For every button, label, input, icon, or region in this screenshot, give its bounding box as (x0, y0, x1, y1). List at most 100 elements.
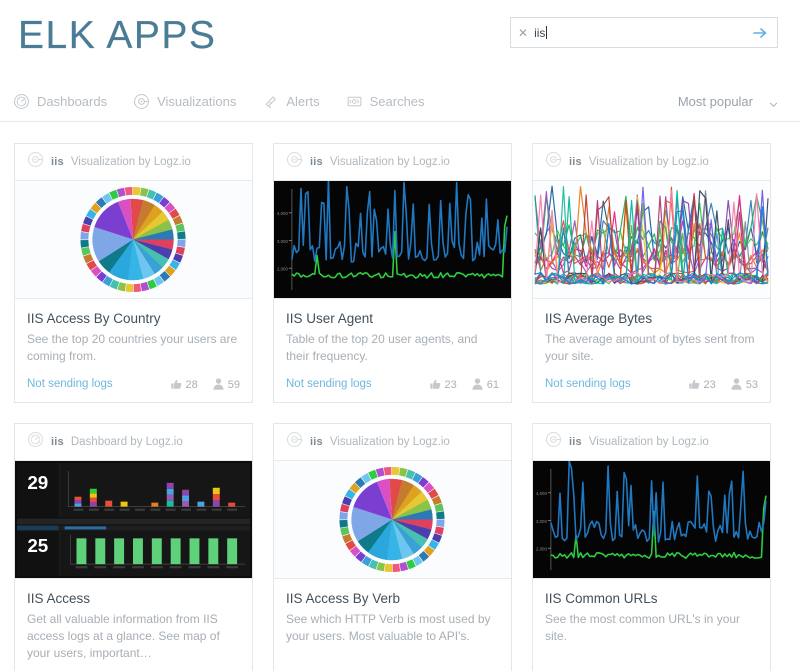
card-stats: 23 61 (429, 377, 499, 391)
card-thumbnail[interactable]: 29 25 (15, 461, 252, 579)
card-description: Get all valuable information from IIS ac… (27, 612, 220, 660)
search-box-icon (346, 93, 363, 110)
card-thumbnail[interactable]: 4,000 3,000 2,000 (533, 461, 770, 579)
chevron-down-icon (769, 97, 778, 107)
card-description: See the most common URL's in your site. (545, 612, 741, 643)
person-icon (212, 377, 225, 391)
elk-apps-page: ELK APPS ✕ iis Dashboards Visualizations… (0, 0, 800, 671)
card-byline: Visualization by Logz.io (588, 436, 709, 448)
likes-stat[interactable]: 28 (170, 378, 198, 391)
thumbs-up-icon (688, 378, 701, 391)
app-card[interactable]: iis Visualization by Logz.io 4,000 3,000 2… (273, 143, 512, 403)
svg-text:3,000: 3,000 (277, 239, 288, 244)
app-card[interactable]: iis Visualization by Logz.io 4,000 3,000 2… (532, 423, 771, 671)
logs-status-link[interactable]: Not sending logs (286, 378, 372, 390)
app-card[interactable]: iis Visualization by Logz.io IIS Average… (532, 143, 771, 403)
app-card[interactable]: iis Visualization by Logz.io IIS Access … (14, 143, 253, 403)
card-description: The average amount of bytes sent from yo… (545, 332, 755, 363)
svg-text:25: 25 (27, 535, 48, 556)
card-badge: iis (569, 156, 582, 168)
nav-item-label: Alerts (286, 94, 320, 109)
card-header: iis Visualization by Logz.io (533, 424, 770, 461)
card-description: See which HTTP Verb is most used by your… (286, 612, 491, 643)
card-stats: 28 59 (170, 377, 240, 391)
users-stat[interactable]: 53 (730, 377, 758, 391)
card-header: iis Visualization by Logz.io (533, 144, 770, 181)
users-count: 61 (486, 379, 499, 391)
search-submit-button[interactable] (751, 24, 769, 42)
person-icon (730, 377, 743, 391)
visualization-circle-icon (27, 151, 44, 173)
visualization-circle-icon (286, 431, 303, 453)
likes-stat[interactable]: 23 (429, 378, 457, 391)
card-title: IIS Common URLs (545, 591, 658, 606)
nav-item-dashboards[interactable]: Dashboards (13, 93, 107, 110)
dashboard-gauge-icon (27, 431, 44, 453)
likes-stat[interactable]: 23 (688, 378, 716, 391)
nav-items: Dashboards Visualizations Alerts Searche… (13, 93, 451, 110)
nav-item-label: Visualizations (157, 94, 237, 109)
clear-search-icon[interactable]: ✕ (518, 27, 528, 39)
app-logo: ELK APPS (18, 14, 217, 57)
logs-status-link[interactable]: Not sending logs (545, 378, 631, 390)
card-thumbnail[interactable] (274, 461, 511, 579)
svg-text:4,000: 4,000 (277, 211, 288, 216)
card-body: IIS Common URLs See the most common URL'… (533, 579, 770, 662)
app-card[interactable]: iis Visualization by Logz.io IIS Access … (273, 423, 512, 671)
search-box[interactable]: ✕ iis (510, 17, 778, 48)
sort-dropdown[interactable]: Most popular (678, 94, 778, 109)
svg-text:2,000: 2,000 (277, 267, 288, 272)
nav-item-alerts[interactable]: Alerts (262, 93, 320, 110)
nav-item-searches[interactable]: Searches (346, 93, 425, 110)
card-body: IIS Average Bytes The average amount of … (533, 299, 770, 365)
users-stat[interactable]: 59 (212, 377, 240, 391)
logs-status-link[interactable]: Not sending logs (27, 378, 113, 390)
card-thumbnail[interactable] (533, 181, 770, 299)
card-byline: Visualization by Logz.io (588, 156, 709, 168)
card-badge: iis (310, 156, 323, 168)
likes-count: 23 (703, 378, 716, 391)
card-footer: Not sending logs 28 59 (15, 365, 252, 402)
card-footer: Not sending logs 23 61 (274, 365, 511, 402)
sort-dropdown-label: Most popular (677, 94, 753, 109)
search-input[interactable]: iis (534, 25, 751, 40)
card-thumbnail[interactable] (15, 181, 252, 299)
card-body: IIS Access By Country See the top 20 cou… (15, 299, 252, 365)
nav-item-label: Dashboards (37, 94, 108, 109)
users-stat[interactable]: 61 (471, 377, 499, 391)
text-caret (546, 25, 548, 39)
card-title: IIS Access By Verb (286, 591, 401, 606)
nav-item-label: Searches (369, 94, 425, 109)
card-description: See the top 20 countries your users are … (27, 332, 238, 363)
card-body: IIS User Agent Table of the top 20 user … (274, 299, 511, 365)
thumbs-up-icon (170, 378, 183, 391)
card-byline: Dashboard by Logz.io (70, 436, 183, 448)
card-title: IIS Average Bytes (545, 311, 653, 326)
card-badge: iis (51, 436, 64, 448)
visualization-circle-icon (545, 431, 562, 453)
card-stats: 23 53 (688, 377, 758, 391)
thumbs-up-icon (429, 378, 442, 391)
app-card[interactable]: iis Dashboard by Logz.io 29 25 IIS Access… (14, 423, 253, 671)
page-header: ELK APPS ✕ iis (0, 0, 800, 72)
card-footer: Not sending logs 22 94 (15, 662, 252, 671)
card-header: iis Visualization by Logz.io (274, 424, 511, 461)
dashboard-gauge-icon (13, 93, 30, 110)
card-header: iis Visualization by Logz.io (15, 144, 252, 181)
likes-count: 23 (444, 378, 457, 391)
search-input-value: iis (534, 25, 546, 40)
person-icon (471, 377, 484, 391)
card-byline: Visualization by Logz.io (329, 156, 450, 168)
users-count: 59 (227, 379, 240, 391)
visualization-circle-icon (545, 151, 562, 173)
nav-item-visualizations[interactable]: Visualizations (133, 93, 236, 110)
app-card-grid: iis Visualization by Logz.io IIS Access … (0, 122, 800, 671)
card-header: iis Visualization by Logz.io (274, 144, 511, 181)
card-byline: Visualization by Logz.io (329, 436, 450, 448)
card-body: IIS Access By Verb See which HTTP Verb i… (274, 579, 511, 662)
card-badge: iis (51, 156, 64, 168)
card-footer: Not sending logs 21 54 (274, 662, 511, 671)
card-body: IIS Access Get all valuable information … (15, 579, 252, 662)
svg-text:2,000: 2,000 (536, 547, 547, 552)
card-thumbnail[interactable]: 4,000 3,000 2,000 (274, 181, 511, 299)
